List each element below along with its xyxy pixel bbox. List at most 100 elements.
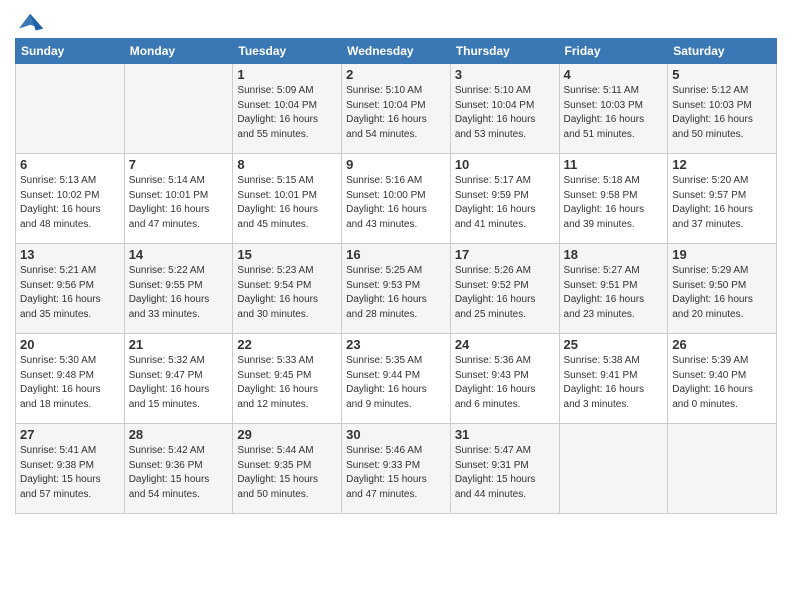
day-info: Sunrise: 5:22 AM Sunset: 9:55 PM Dayligh… [129,264,229,322]
day-info: Sunrise: 5:15 AM Sunset: 10:01 PM Daylig… [237,174,337,232]
calendar-cell: 13 Sunrise: 5:21 AM Sunset: 9:56 PM Dayli… [16,244,125,334]
day-number: 10 [455,157,555,172]
calendar-cell: 31 Sunrise: 5:47 AM Sunset: 9:31 PM Dayli… [450,424,559,514]
day-number: 26 [672,337,772,352]
weekday-header-cell: Saturday [668,39,777,64]
day-number: 21 [129,337,229,352]
day-number: 5 [672,67,772,82]
day-info: Sunrise: 5:23 AM Sunset: 9:54 PM Dayligh… [237,264,337,322]
calendar-cell: 3 Sunrise: 5:10 AM Sunset: 10:04 PM Dayli… [450,64,559,154]
logo [15,10,45,34]
day-number: 23 [346,337,446,352]
calendar-cell: 20 Sunrise: 5:30 AM Sunset: 9:48 PM Dayli… [16,334,125,424]
calendar-cell: 5Sunrise: 5:12 AM Sunset: 10:03 PM Dayli… [668,64,777,154]
day-info: Sunrise: 5:27 AM Sunset: 9:51 PM Dayligh… [564,264,664,322]
day-number: 11 [564,157,664,172]
calendar-week-row: 27Sunrise: 5:41 AM Sunset: 9:38 PM Dayli… [16,424,777,514]
calendar-cell: 6 Sunrise: 5:13 AM Sunset: 10:02 PM Dayli… [16,154,125,244]
day-info: Sunrise: 5:42 AM Sunset: 9:36 PM Dayligh… [129,444,229,502]
day-info: Sunrise: 5:39 AM Sunset: 9:40 PM Dayligh… [672,354,772,412]
logo-icon [17,10,45,38]
calendar-cell: 1Sunrise: 5:09 AM Sunset: 10:04 PM Dayli… [233,64,342,154]
calendar-cell: 11 Sunrise: 5:18 AM Sunset: 9:58 PM Dayli… [559,154,668,244]
calendar-cell: 16 Sunrise: 5:25 AM Sunset: 9:53 PM Dayli… [342,244,451,334]
day-info: Sunrise: 5:32 AM Sunset: 9:47 PM Dayligh… [129,354,229,412]
day-info: Sunrise: 5:13 AM Sunset: 10:02 PM Daylig… [20,174,120,232]
weekday-header-cell: Wednesday [342,39,451,64]
calendar-cell: 27Sunrise: 5:41 AM Sunset: 9:38 PM Dayli… [16,424,125,514]
calendar-cell: 19 Sunrise: 5:29 AM Sunset: 9:50 PM Dayli… [668,244,777,334]
calendar-cell [16,64,125,154]
calendar-cell: 9Sunrise: 5:16 AM Sunset: 10:00 PM Dayli… [342,154,451,244]
day-number: 30 [346,427,446,442]
calendar-cell: 30Sunrise: 5:46 AM Sunset: 9:33 PM Dayli… [342,424,451,514]
calendar-cell: 24Sunrise: 5:36 AM Sunset: 9:43 PM Dayli… [450,334,559,424]
day-info: Sunrise: 5:38 AM Sunset: 9:41 PM Dayligh… [564,354,664,412]
calendar-cell: 10 Sunrise: 5:17 AM Sunset: 9:59 PM Dayli… [450,154,559,244]
calendar-week-row: 6 Sunrise: 5:13 AM Sunset: 10:02 PM Dayli… [16,154,777,244]
calendar-cell [559,424,668,514]
day-number: 25 [564,337,664,352]
calendar-cell: 2Sunrise: 5:10 AM Sunset: 10:04 PM Dayli… [342,64,451,154]
day-number: 19 [672,247,772,262]
calendar-cell: 22Sunrise: 5:33 AM Sunset: 9:45 PM Dayli… [233,334,342,424]
calendar-cell: 15 Sunrise: 5:23 AM Sunset: 9:54 PM Dayli… [233,244,342,334]
day-number: 7 [129,157,229,172]
day-info: Sunrise: 5:29 AM Sunset: 9:50 PM Dayligh… [672,264,772,322]
day-info: Sunrise: 5:25 AM Sunset: 9:53 PM Dayligh… [346,264,446,322]
calendar-cell: 18 Sunrise: 5:27 AM Sunset: 9:51 PM Dayli… [559,244,668,334]
calendar-cell: 21 Sunrise: 5:32 AM Sunset: 9:47 PM Dayli… [124,334,233,424]
weekday-header-cell: Tuesday [233,39,342,64]
calendar-cell [124,64,233,154]
day-number: 16 [346,247,446,262]
calendar-cell: 8 Sunrise: 5:15 AM Sunset: 10:01 PM Dayli… [233,154,342,244]
day-number: 18 [564,247,664,262]
calendar-cell: 14 Sunrise: 5:22 AM Sunset: 9:55 PM Dayli… [124,244,233,334]
calendar-cell: 28 Sunrise: 5:42 AM Sunset: 9:36 PM Dayli… [124,424,233,514]
calendar-cell: 17 Sunrise: 5:26 AM Sunset: 9:52 PM Dayli… [450,244,559,334]
calendar-cell: 25 Sunrise: 5:38 AM Sunset: 9:41 PM Dayli… [559,334,668,424]
day-number: 20 [20,337,120,352]
calendar-week-row: 1Sunrise: 5:09 AM Sunset: 10:04 PM Dayli… [16,64,777,154]
day-info: Sunrise: 5:10 AM Sunset: 10:04 PM Daylig… [346,84,446,142]
day-info: Sunrise: 5:16 AM Sunset: 10:00 PM Daylig… [346,174,446,232]
calendar-cell: 29Sunrise: 5:44 AM Sunset: 9:35 PM Dayli… [233,424,342,514]
weekday-header-cell: Thursday [450,39,559,64]
day-number: 13 [20,247,120,262]
calendar-cell: 12Sunrise: 5:20 AM Sunset: 9:57 PM Dayli… [668,154,777,244]
day-info: Sunrise: 5:14 AM Sunset: 10:01 PM Daylig… [129,174,229,232]
day-info: Sunrise: 5:26 AM Sunset: 9:52 PM Dayligh… [455,264,555,322]
day-info: Sunrise: 5:09 AM Sunset: 10:04 PM Daylig… [237,84,337,142]
weekday-header-cell: Monday [124,39,233,64]
day-number: 28 [129,427,229,442]
day-number: 31 [455,427,555,442]
day-number: 24 [455,337,555,352]
day-number: 3 [455,67,555,82]
day-number: 15 [237,247,337,262]
day-info: Sunrise: 5:35 AM Sunset: 9:44 PM Dayligh… [346,354,446,412]
day-info: Sunrise: 5:20 AM Sunset: 9:57 PM Dayligh… [672,174,772,232]
day-info: Sunrise: 5:30 AM Sunset: 9:48 PM Dayligh… [20,354,120,412]
calendar-cell: 23 Sunrise: 5:35 AM Sunset: 9:44 PM Dayli… [342,334,451,424]
weekday-header-row: SundayMondayTuesdayWednesdayThursdayFrid… [16,39,777,64]
day-info: Sunrise: 5:18 AM Sunset: 9:58 PM Dayligh… [564,174,664,232]
calendar-cell [668,424,777,514]
day-info: Sunrise: 5:33 AM Sunset: 9:45 PM Dayligh… [237,354,337,412]
day-info: Sunrise: 5:10 AM Sunset: 10:04 PM Daylig… [455,84,555,142]
day-info: Sunrise: 5:21 AM Sunset: 9:56 PM Dayligh… [20,264,120,322]
day-number: 6 [20,157,120,172]
day-number: 27 [20,427,120,442]
calendar-week-row: 20 Sunrise: 5:30 AM Sunset: 9:48 PM Dayli… [16,334,777,424]
day-number: 29 [237,427,337,442]
day-number: 8 [237,157,337,172]
day-number: 14 [129,247,229,262]
day-info: Sunrise: 5:11 AM Sunset: 10:03 PM Daylig… [564,84,664,142]
day-number: 17 [455,247,555,262]
calendar-body: 1Sunrise: 5:09 AM Sunset: 10:04 PM Dayli… [16,64,777,514]
day-info: Sunrise: 5:17 AM Sunset: 9:59 PM Dayligh… [455,174,555,232]
page-header [15,10,777,34]
day-info: Sunrise: 5:47 AM Sunset: 9:31 PM Dayligh… [455,444,555,502]
calendar-cell: 26 Sunrise: 5:39 AM Sunset: 9:40 PM Dayli… [668,334,777,424]
calendar-week-row: 13 Sunrise: 5:21 AM Sunset: 9:56 PM Dayli… [16,244,777,334]
weekday-header-cell: Sunday [16,39,125,64]
